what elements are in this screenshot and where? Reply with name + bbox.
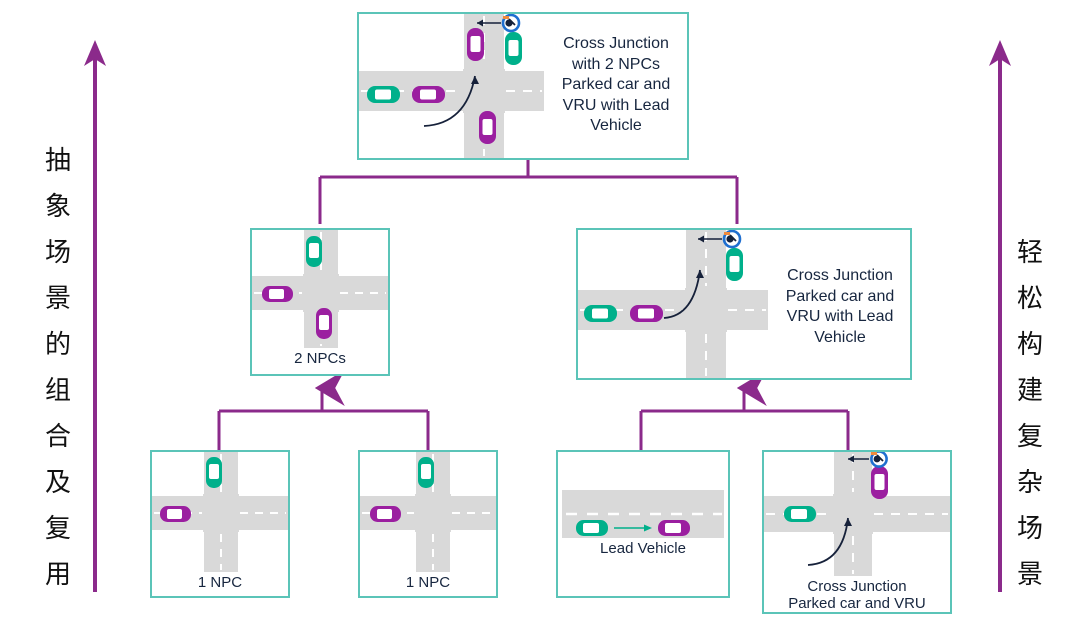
connector-left-bracket: [217, 370, 430, 450]
connector-root-bracket: [318, 160, 739, 224]
node-parked-car-vru-caption: Cross Junction Parked car and VRU: [788, 578, 926, 612]
right-axis-char-6: 场: [1016, 514, 1043, 544]
node-2-npcs[interactable]: 2 NPCs: [250, 228, 390, 376]
node-1-npc-b[interactable]: 1 NPC: [358, 450, 498, 598]
node-1-npc-b-caption: 1 NPC: [405, 574, 451, 591]
green-car-north-parked-icon: [726, 248, 743, 281]
scene-art-1-npc-a: [152, 452, 288, 572]
right-axis-label: 轻 松 构 建 复 杂 场 景: [1010, 230, 1050, 598]
diagram-canvas: 抽 象 场 景 的 组 合 及 复 用 轻 松 构 建 复 杂 场 景 Cros…: [0, 0, 1080, 628]
node-1-npc-a-caption: 1 NPC: [197, 574, 243, 591]
green-car-north-icon: [206, 457, 222, 488]
left-axis-char-5: 组: [44, 376, 71, 406]
left-axis-char-4: 的: [44, 330, 71, 360]
node-1-npc-a[interactable]: 1 NPC: [150, 450, 290, 598]
right-axis-char-3: 建: [1016, 376, 1043, 406]
node-lead-vehicle-caption: Lead Vehicle: [600, 540, 686, 557]
purple-car-west-icon: [412, 86, 445, 103]
node-cross-junction-2npcs-parked-vru-lead[interactable]: Cross Junction with 2 NPCs Parked car an…: [357, 12, 689, 160]
node-cross-junction-parked-car-vru[interactable]: Cross Junction Parked car and VRU: [762, 450, 952, 614]
vru-cyclist-icon: [501, 14, 521, 33]
left-axis-char-8: 复: [44, 514, 71, 544]
left-axis-char-2: 场: [44, 238, 71, 268]
purple-car-west-icon: [160, 506, 191, 522]
green-car-west-lead-icon: [584, 305, 617, 322]
scene-art-1-npc-b: [360, 452, 496, 572]
node-root-description: Cross Junction with 2 NPCs Parked car an…: [561, 35, 671, 134]
green-car-north-icon: [418, 457, 434, 488]
right-axis-char-5: 杂: [1016, 468, 1043, 498]
vru-cyclist-icon: [870, 452, 888, 468]
green-car-north-parked-icon: [505, 32, 522, 65]
right-axis-char-1: 松: [1016, 284, 1043, 314]
purple-car-north-parked-icon: [871, 466, 888, 499]
left-progress-arrow: [84, 40, 106, 592]
scene-art-2-npcs: [252, 230, 388, 348]
left-axis-char-3: 景: [44, 284, 71, 314]
scene-art-parked-car-vru: [764, 452, 950, 576]
right-axis-char-4: 复: [1016, 422, 1043, 452]
left-axis-char-7: 及: [44, 468, 71, 498]
node-cross-junction-parked-vru-lead[interactable]: Cross Junction Parked car and VRU with L…: [576, 228, 912, 380]
left-axis-char-6: 合: [44, 422, 71, 452]
purple-car-west-icon: [370, 506, 401, 522]
right-axis-char-7: 景: [1016, 560, 1043, 590]
scene-art-level2-right: [578, 230, 768, 378]
green-car-west-lead-icon: [367, 86, 400, 103]
purple-car-west-icon: [630, 305, 663, 322]
green-car-west-icon: [784, 506, 816, 522]
right-axis-char-0: 轻: [1016, 238, 1043, 268]
left-axis-char-9: 用: [44, 560, 71, 590]
purple-car-west-icon: [262, 286, 293, 302]
node-level2-right-description: Cross Junction Parked car and VRU with L…: [785, 267, 895, 346]
green-car-north-icon: [306, 236, 322, 267]
left-axis-label: 抽 象 场 景 的 组 合 及 复 用: [38, 138, 78, 598]
node-2-npcs-caption: 2 NPCs: [294, 350, 346, 367]
right-axis-char-2: 构: [1016, 330, 1043, 360]
connector-right-bracket: [639, 370, 850, 450]
purple-car-lead-icon: [658, 520, 690, 536]
purple-car-north-icon: [467, 28, 484, 61]
green-car-ego-icon: [576, 520, 608, 536]
purple-car-south-icon: [316, 308, 332, 339]
right-progress-arrow: [989, 40, 1011, 592]
vru-cyclist-icon: [722, 230, 742, 249]
scene-art-root: [359, 14, 544, 158]
purple-car-south-icon: [479, 111, 496, 144]
left-axis-char-0: 抽: [44, 146, 71, 176]
node-lead-vehicle[interactable]: Lead Vehicle: [556, 450, 730, 598]
left-axis-char-1: 象: [44, 192, 71, 222]
